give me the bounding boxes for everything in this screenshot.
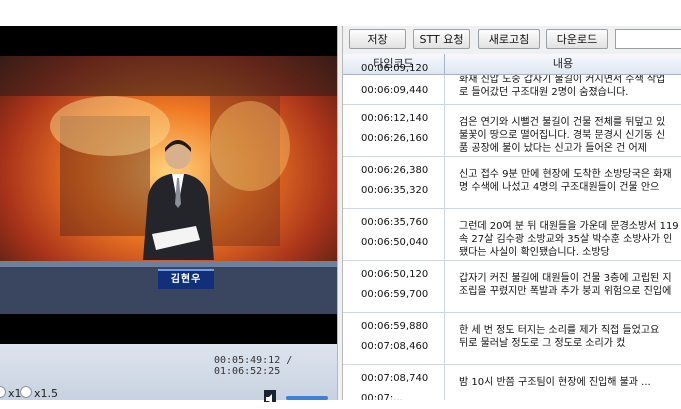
content-cell[interactable]: 밤 10시 반쯤 구조팀이 현장에 진입해 불과 ... xyxy=(445,365,681,400)
content-line: 품 공장에 불이 났다는 신고가 들어온 건 어제 xyxy=(459,143,647,154)
content-line: 명 수색에 나섰고 4명의 구조대원들이 건물 안으 xyxy=(459,182,660,193)
end-time: 00:06:50,040 xyxy=(361,237,429,248)
end-time: 00:07:08,460 xyxy=(361,341,429,352)
video-frame[interactable]: 김현우 xyxy=(0,26,337,344)
content-line: 한 세 번 정도 터지는 소리를 제가 직접 들었고요 xyxy=(459,325,660,336)
start-time: 00:06:35,760 xyxy=(361,217,429,228)
radio-icon xyxy=(20,386,32,398)
content-cell[interactable]: 한 세 번 정도 터지는 소리를 제가 직접 들었고요뒤로 물러날 정도로 그 … xyxy=(445,313,681,364)
volume-icon[interactable] xyxy=(264,390,276,404)
timecode-cell[interactable]: 00:06:50,120 00:06:59,700 xyxy=(343,261,445,312)
content-line: 검은 연기와 시뻘건 불길이 건물 전체를 뒤덮고 있 xyxy=(459,117,666,128)
start-time: 00:06:12,140 xyxy=(361,113,429,124)
column-header-content[interactable]: 내용 xyxy=(445,54,681,74)
timecode-cell[interactable]: 00:06:12,140 00:06:26,160 xyxy=(343,105,445,156)
save-button[interactable]: 저장 xyxy=(349,29,406,49)
content-line: 됐다는 사실이 확인됐습니다. 소방당 xyxy=(459,247,610,258)
volume-slider[interactable] xyxy=(286,396,328,400)
end-time: 00:06:59,700 xyxy=(361,289,429,300)
table-row[interactable]: 00:06:26,380 00:06:35,320 신고 접수 9분 만에 현장에 … xyxy=(343,157,681,209)
video-player-pane: 김현우 00:05:49:12 / 01:06:52:25 x1 x1.5 xyxy=(0,26,337,404)
start-time: 00:06:50,120 xyxy=(361,269,429,280)
content-cell[interactable]: 그런데 20여 분 뒤 대원들을 가운데 문경소방서 119 속 27살 김수광 … xyxy=(445,209,681,260)
table-row[interactable]: 00:06:35,760 00:06:50,040 그런데 20여 분 뒤 대원들을… xyxy=(343,209,681,261)
end-time: 00:07:... xyxy=(361,393,403,400)
content-line: 조립을 꾸렸지만 폭발과 추가 붕괴 위험으로 진입에 xyxy=(459,286,672,297)
table-row[interactable]: 00:06:09,120 00:06:09,440 화재 진압 도중 갑자기 불길이… xyxy=(343,63,681,126)
time-readout: 00:05:49:12 / 01:06:52:25 xyxy=(214,355,293,377)
content-line: 신고 접수 9분 만에 현장에 도착한 소방당국은 화재 xyxy=(459,169,672,180)
timecode-cell[interactable]: 00:06:26,380 00:06:35,320 xyxy=(343,157,445,208)
content-cell[interactable]: 갑자기 커진 불길에 대원들이 건물 3층에 고립된 지조립을 꾸렸지만 폭발과… xyxy=(445,261,681,312)
table-row[interactable]: 00:06:12,140 00:06:26,160 검은 연기와 시뻘건 불길이 건… xyxy=(343,105,681,157)
download-button[interactable]: 다운로드 xyxy=(546,29,608,49)
content-line: 뒤로 물러날 정도로 그 정도로 소리가 컸 xyxy=(459,338,626,349)
speed-label: x1.5 xyxy=(34,387,59,400)
start-time: 00:06:09,120 xyxy=(361,63,429,74)
timecode-cell[interactable]: 00:06:59,880 00:07:08,460 xyxy=(343,313,445,364)
timecode-cell[interactable]: 00:06:35,760 00:06:50,040 xyxy=(343,209,445,260)
content-line: 불꽃이 땅으로 떨어집니다. 경북 문경시 신기동 신 xyxy=(459,130,666,141)
transcript-grid: 타임코드 내용 00:06:09,120 00:06:09,440 화재 진압 도중… xyxy=(343,54,681,400)
timecode-cell[interactable]: 00:07:08,740 00:07:... xyxy=(343,365,445,400)
end-time: 00:06:26,160 xyxy=(361,133,429,144)
content-line: 화재 진압 도중 갑자기 불길이 커지면서 수색 작업 xyxy=(459,75,666,85)
content-cell[interactable]: 검은 연기와 시뻘건 불길이 건물 전체를 뒤덮고 있불꽃이 땅으로 떨어집니다… xyxy=(445,105,681,156)
name-caption: 김현우 xyxy=(158,269,214,289)
content-line: 갑자기 커진 불길에 대원들이 건물 3층에 고립된 지 xyxy=(459,273,672,284)
end-time: 00:06:35,320 xyxy=(361,185,429,196)
refresh-button[interactable]: 새로고침 xyxy=(478,29,540,49)
content-line: 그런데 20여 분 뒤 대원들을 가운데 문경소방서 119 xyxy=(459,221,679,232)
radio-icon xyxy=(0,386,6,398)
end-time: 00:06:09,440 xyxy=(361,85,429,96)
transcript-pane: 저장 STT 요청 새로고침 다운로드 타임코드 내용 00:06:09,120… xyxy=(343,26,681,400)
content-line: 밤 10시 반쯤 구조팀이 현장에 진입해 불과 ... xyxy=(459,377,651,388)
top-strip xyxy=(0,0,681,26)
stt-request-button[interactable]: STT 요청 xyxy=(413,29,470,49)
content-cell[interactable]: 신고 접수 9분 만에 현장에 도착한 소방당국은 화재명 수색에 나섰고 4명… xyxy=(445,157,681,208)
player-controls: 00:05:49:12 / 01:06:52:25 x1 x1.5 xyxy=(0,344,337,404)
speed-radio-x1[interactable]: x1 xyxy=(0,386,22,400)
search-input[interactable] xyxy=(615,29,681,49)
table-row[interactable]: 00:07:08,740 00:07:... 밤 10시 반쯤 구조팀이 현장에 진… xyxy=(343,365,681,400)
speed-radio-x1-5[interactable]: x1.5 xyxy=(20,386,58,400)
start-time: 00:06:26,380 xyxy=(361,165,429,176)
content-line: 로 들어갔던 구조대원 2명이 숨졌습니다. xyxy=(459,87,629,98)
content-line: 속 27살 김수광 소방교와 35살 박수훈 소방사가 인 xyxy=(459,234,673,245)
table-row[interactable]: 00:06:50,120 00:06:59,700 갑자기 커진 불길에 대원들이 … xyxy=(343,261,681,313)
toolbar: 저장 STT 요청 새로고침 다운로드 xyxy=(343,26,681,54)
grid-rows: 00:06:09,120 00:06:09,440 화재 진압 도중 갑자기 불길이… xyxy=(343,63,681,400)
start-time: 00:07:08,740 xyxy=(361,373,429,384)
table-row[interactable]: 00:06:59,880 00:07:08,460 한 세 번 정도 터지는 소리를… xyxy=(343,313,681,365)
start-time: 00:06:59,880 xyxy=(361,321,429,332)
